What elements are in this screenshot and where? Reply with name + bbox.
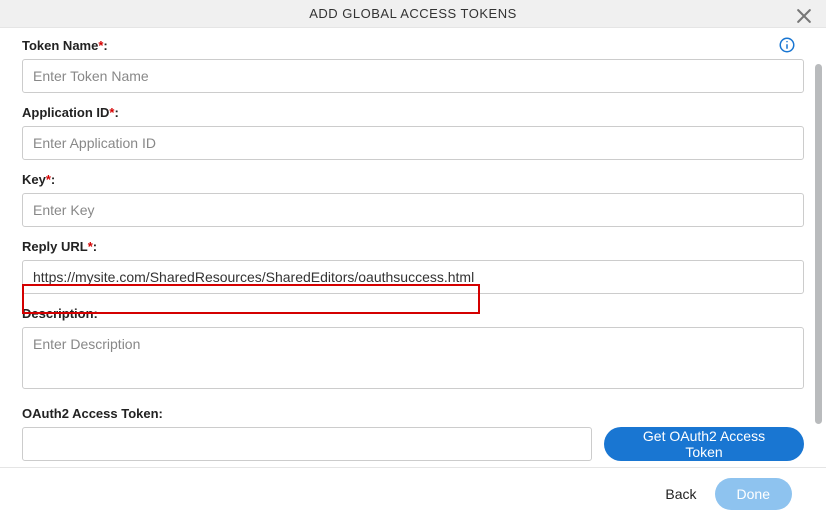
key-label: Key*:	[22, 172, 804, 187]
field-oauth-token: OAuth2 Access Token: Get OAuth2 Access T…	[22, 406, 804, 461]
description-label: Description:	[22, 306, 804, 321]
back-button[interactable]: Back	[665, 486, 696, 502]
vertical-scrollbar[interactable]	[815, 64, 822, 424]
reply-url-input[interactable]	[22, 260, 804, 294]
field-description: Description:	[22, 306, 804, 394]
dialog-title: ADD GLOBAL ACCESS TOKENS	[309, 6, 517, 21]
dialog-body: Token Name*: Application ID*: Key*: Repl…	[0, 28, 826, 467]
info-icon[interactable]	[778, 36, 796, 54]
reply-url-label: Reply URL*:	[22, 239, 804, 254]
application-id-input[interactable]	[22, 126, 804, 160]
oauth-token-input[interactable]	[22, 427, 592, 461]
field-key: Key*:	[22, 172, 804, 227]
field-reply-url: Reply URL*:	[22, 239, 804, 294]
close-icon[interactable]	[794, 6, 816, 28]
token-name-input[interactable]	[22, 59, 804, 93]
done-button[interactable]: Done	[715, 478, 792, 510]
add-global-access-tokens-dialog: ADD GLOBAL ACCESS TOKENS Token Name*:	[0, 0, 826, 519]
field-token-name: Token Name*:	[22, 38, 804, 93]
dialog-footer: Back Done	[0, 467, 826, 519]
field-application-id: Application ID*:	[22, 105, 804, 160]
description-input[interactable]	[22, 327, 804, 389]
application-id-label: Application ID*:	[22, 105, 804, 120]
get-oauth-token-button[interactable]: Get OAuth2 Access Token	[604, 427, 804, 461]
dialog-header: ADD GLOBAL ACCESS TOKENS	[0, 0, 826, 28]
token-name-label: Token Name*:	[22, 38, 804, 53]
oauth-token-label: OAuth2 Access Token:	[22, 406, 804, 421]
key-input[interactable]	[22, 193, 804, 227]
